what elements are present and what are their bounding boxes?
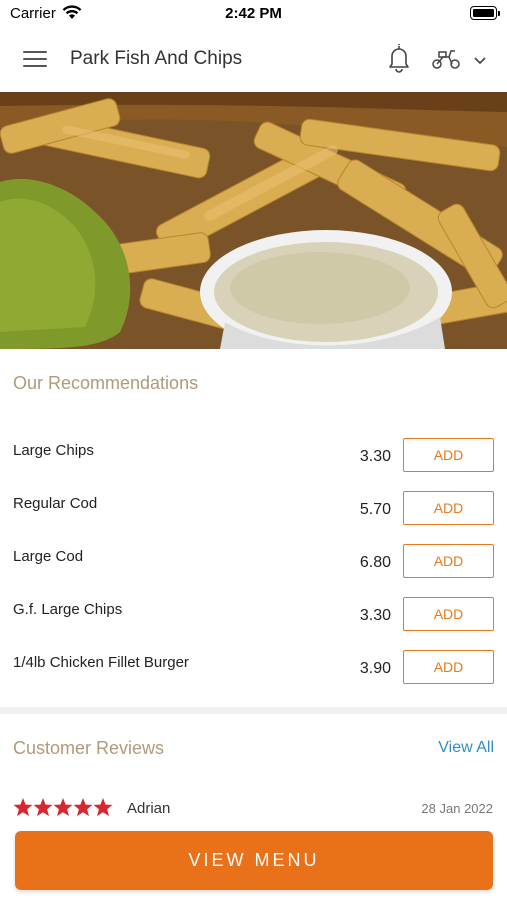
item-name: 1/4lb Chicken Fillet Burger xyxy=(13,654,189,671)
section-divider xyxy=(0,707,507,714)
star-icon xyxy=(93,798,113,816)
item-name: Large Cod xyxy=(13,548,84,565)
view-menu-button[interactable]: VIEW MENU xyxy=(15,831,493,890)
app-header: Park Fish And Chips xyxy=(0,28,507,92)
star-rating xyxy=(13,797,113,819)
status-time: 2:42 PM xyxy=(225,5,282,22)
item-price: 3.30 xyxy=(359,607,391,624)
add-button[interactable]: ADD xyxy=(403,544,494,578)
recommendations-title: Our Recommendations xyxy=(13,373,199,393)
bell-icon[interactable] xyxy=(386,42,412,74)
item-name: Large Chips xyxy=(13,442,94,459)
add-button[interactable]: ADD xyxy=(403,650,494,684)
add-button[interactable]: ADD xyxy=(403,491,494,525)
status-bar: Carrier 2:42 PM xyxy=(0,0,507,28)
item-price: 3.30 xyxy=(359,448,391,465)
item-price: 5.70 xyxy=(359,501,391,518)
item-name: G.f. Large Chips xyxy=(13,601,123,618)
list-item: G.f. Large Chips 3.30 ADD xyxy=(0,597,507,637)
scooter-icon[interactable] xyxy=(431,48,461,70)
page-title: Park Fish And Chips xyxy=(70,48,243,69)
star-icon xyxy=(13,798,33,816)
hamburger-menu-icon[interactable] xyxy=(23,48,47,68)
reviews-title: Customer Reviews xyxy=(13,738,165,758)
chevron-down-icon[interactable] xyxy=(473,53,487,65)
add-button[interactable]: ADD xyxy=(403,438,494,472)
item-name: Regular Cod xyxy=(13,495,98,512)
item-price: 3.90 xyxy=(359,660,391,677)
star-icon xyxy=(73,798,93,816)
add-button[interactable]: ADD xyxy=(403,597,494,631)
star-icon xyxy=(53,798,73,816)
review-date: 28 Jan 2022 xyxy=(421,801,493,816)
item-price: 6.80 xyxy=(359,554,391,571)
food-banner-image xyxy=(0,92,507,349)
battery-icon xyxy=(470,6,500,20)
star-icon xyxy=(33,798,53,816)
list-item: 1/4lb Chicken Fillet Burger 3.90 ADD xyxy=(0,650,507,690)
list-item: Large Cod 6.80 ADD xyxy=(0,544,507,584)
view-all-link[interactable]: View All xyxy=(438,739,494,757)
list-item: Regular Cod 5.70 ADD xyxy=(0,491,507,531)
reviewer-name: Adrian xyxy=(127,800,171,817)
list-item: Large Chips 3.30 ADD xyxy=(0,438,507,478)
